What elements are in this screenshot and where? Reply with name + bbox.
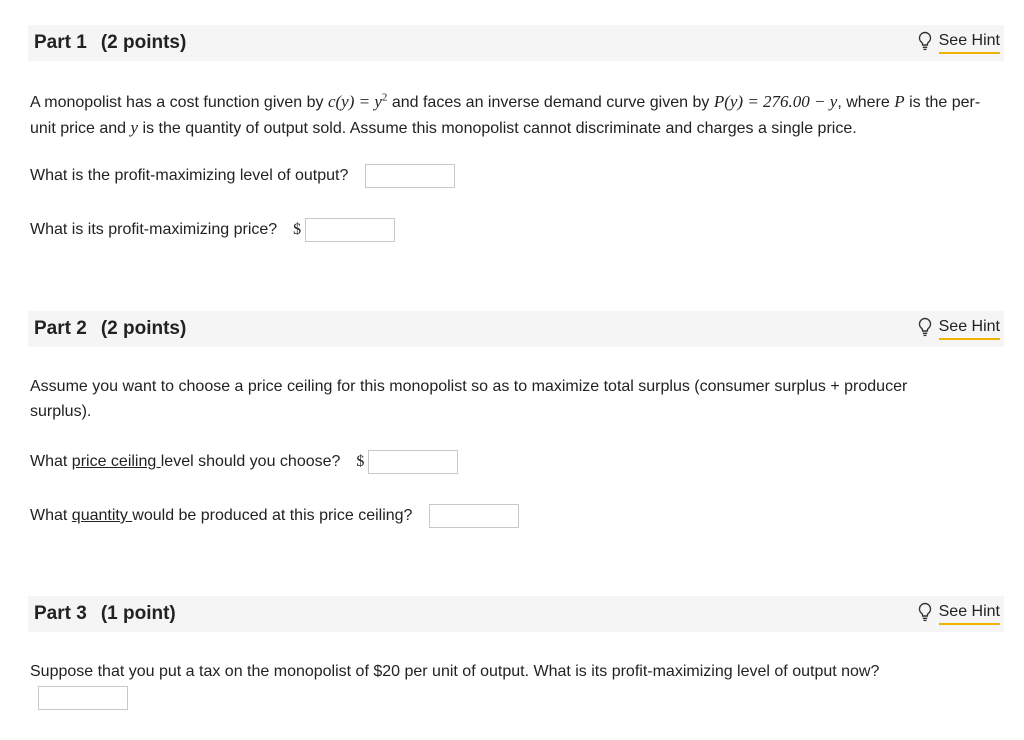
part3-points: (1 point) [100,603,176,624]
dollar-sign: $ [356,453,365,470]
part2-hint-label: See Hint [938,318,1000,340]
cost-function: c(y) = y2 [327,91,388,111]
part3-output-input[interactable] [38,686,128,710]
part1-title-label: Part 1 [34,32,87,53]
quantity-link[interactable]: quantity [72,507,132,524]
part1-price-input[interactable] [305,218,396,242]
intro-text: , where [837,94,895,111]
part2-title-label: Part 2 [34,318,87,339]
intro-text: and faces an inverse demand curve given … [387,94,714,111]
part2-ceiling-input[interactable] [368,450,459,474]
part2-see-hint-button[interactable]: See Hint [917,317,1000,342]
part1-see-hint-button[interactable]: See Hint [917,31,1000,56]
part2-q2-label: What quantity would be produced at this … [30,507,413,524]
part3-intro: Suppose that you put a tax on the monopo… [30,663,880,680]
part3-hint-label: See Hint [938,603,1000,625]
demand-function: P(y) = 276.00 − y [713,92,838,111]
part3-title: Part 3 (1 point) [34,603,176,625]
quantity-var: y [130,118,139,137]
part1-intro: A monopolist has a cost function given b… [30,89,990,141]
part2-quantity-input[interactable] [429,504,520,528]
part1-q1-label: What is the profit-maximizing level of o… [30,167,349,184]
part2-title: Part 2 (2 points) [34,318,186,340]
part3-title-label: Part 3 [34,603,87,624]
part1-output-input[interactable] [365,164,456,188]
price-var: P [894,92,905,111]
part1-q2-label: What is its profit-maximizing price? [30,221,278,238]
dollar-sign: $ [293,221,302,238]
part1-header: Part 1 (2 points) See Hint [28,25,1004,61]
part1-points: (2 points) [100,32,187,53]
lightbulb-icon [917,317,933,342]
part2-q2-row: What quantity would be produced at this … [30,504,520,528]
lightbulb-icon [917,31,933,56]
part2-header: Part 2 (2 points) See Hint [28,311,1004,347]
part2-points: (2 points) [100,318,187,339]
price-ceiling-link[interactable]: price ceiling [72,453,161,470]
part1-q2-row: What is its profit-maximizing price? $ [30,218,396,242]
intro-text: A monopolist has a cost function given b… [30,94,328,111]
lightbulb-icon [917,602,933,627]
part2-q1-row: What price ceiling level should you choo… [30,450,459,474]
part1-q1-row: What is the profit-maximizing level of o… [30,164,456,188]
part3-see-hint-button[interactable]: See Hint [917,602,1000,627]
part2-intro: Assume you want to choose a price ceilin… [30,378,908,420]
intro-text: is the quantity of output sold. Assume t… [138,120,857,137]
part3-header: Part 3 (1 point) See Hint [28,596,1004,632]
part2-q1-label: What price ceiling level should you choo… [30,453,341,470]
part1-hint-label: See Hint [938,32,1000,54]
part1-title: Part 1 (2 points) [34,32,186,54]
